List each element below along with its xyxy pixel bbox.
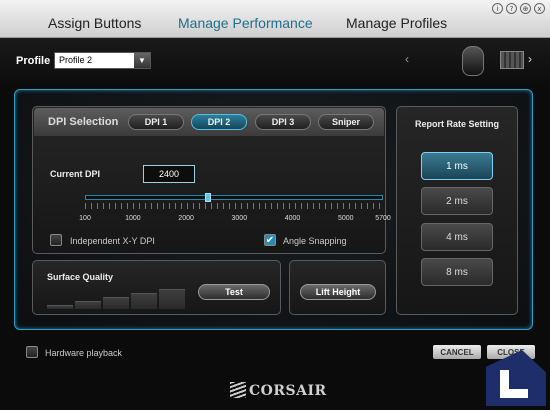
angle-snapping-label: Angle Snapping <box>283 236 347 246</box>
surface-quality-bar <box>131 293 157 309</box>
profile-select[interactable]: Profile 2 ▼ <box>54 52 151 69</box>
corsair-sail-icon <box>230 382 246 398</box>
hardware-playback-checkbox[interactable] <box>26 346 38 358</box>
mouse-device-icon[interactable] <box>462 46 484 76</box>
dpi-tick-label: 100 <box>79 215 91 222</box>
angle-snapping-checkbox[interactable]: ✔ <box>264 234 276 246</box>
surface-quality-bar <box>75 301 101 309</box>
tab-manage-performance[interactable]: Manage Performance <box>178 15 313 31</box>
surface-quality-bar <box>103 297 129 309</box>
profile-row: Profile Profile 2 ▼ ‹ › <box>0 38 550 86</box>
surface-quality-panel: Surface Quality Test <box>32 260 281 315</box>
cancel-button[interactable]: CANCEL <box>433 345 481 359</box>
dpi-slider-thumb[interactable] <box>205 193 212 202</box>
rate-2ms-button[interactable]: 2 ms <box>421 187 493 215</box>
dpi-slider-ticks <box>85 203 383 209</box>
lift-height-panel: Lift Height <box>289 260 386 315</box>
current-dpi-input[interactable]: 2400 <box>143 165 195 183</box>
performance-frame: DPI Selection DPI 1 DPI 2 DPI 3 Sniper C… <box>14 89 533 330</box>
current-dpi-label: Current DPI <box>50 169 101 179</box>
surface-quality-bar <box>47 305 73 309</box>
surface-quality-bar <box>159 289 185 309</box>
chevron-down-icon[interactable]: ▼ <box>134 53 150 68</box>
tab-manage-profiles[interactable]: Manage Profiles <box>346 15 447 31</box>
keyboard-device-icon[interactable] <box>500 51 524 69</box>
dpi-panel: DPI Selection DPI 1 DPI 2 DPI 3 Sniper C… <box>32 106 391 254</box>
close-icon[interactable]: x <box>534 3 545 14</box>
rate-1ms-button[interactable]: 1 ms <box>421 152 493 180</box>
corsair-logo-text: CORSAIR <box>249 383 327 399</box>
surface-quality-title: Surface Quality <box>47 272 114 282</box>
dpi-slider-track[interactable] <box>85 193 383 202</box>
sniper-button[interactable]: Sniper <box>318 114 374 130</box>
hardware-playback-label: Hardware playback <box>45 348 123 358</box>
tab-assign-buttons[interactable]: Assign Buttons <box>48 15 141 31</box>
dpi-tick-label: 5000 <box>337 215 354 222</box>
dpi-tick-label: 1000 <box>125 215 141 222</box>
rate-8ms-button[interactable]: 8 ms <box>421 258 493 286</box>
dpi-tick-label: 5700 <box>375 215 391 222</box>
report-rate-title: Report Rate Setting <box>414 119 499 129</box>
independent-xy-checkbox[interactable] <box>50 234 62 246</box>
dpi-3-button[interactable]: DPI 3 <box>255 114 311 130</box>
test-button[interactable]: Test <box>198 284 270 300</box>
current-dpi-value: 2400 <box>158 169 180 179</box>
profile-label: Profile <box>16 55 51 67</box>
report-rate-panel: Report Rate Setting 1 ms 2 ms 4 ms 8 ms <box>396 106 518 315</box>
tab-bar: Assign Buttons Manage Performance Manage… <box>0 0 550 38</box>
independent-xy-label: Independent X-Y DPI <box>70 236 155 246</box>
watermark-l-icon <box>500 370 528 398</box>
help-icon[interactable]: ? <box>506 3 517 14</box>
dpi-title: DPI Selection <box>48 116 119 128</box>
surface-quality-meter <box>47 287 187 309</box>
dpi-header: DPI Selection DPI 1 DPI 2 DPI 3 Sniper <box>34 108 384 136</box>
dpi-2-button[interactable]: DPI 2 <box>191 114 247 130</box>
dpi-tick-label: 4000 <box>284 215 301 222</box>
window-controls: i ? ⊕ x <box>492 3 545 14</box>
app-window: Assign Buttons Manage Performance Manage… <box>0 0 550 410</box>
chevron-right-icon[interactable]: › <box>528 52 532 66</box>
dpi-1-button[interactable]: DPI 1 <box>128 114 184 130</box>
corsair-logo: CORSAIR <box>230 382 327 399</box>
lift-height-button[interactable]: Lift Height <box>300 284 376 300</box>
rate-4ms-button[interactable]: 4 ms <box>421 223 493 251</box>
profile-select-value: Profile 2 <box>59 55 93 65</box>
info-icon[interactable]: i <box>492 3 503 14</box>
dpi-tick-label: 2000 <box>178 215 194 222</box>
dpi-tick-label: 3000 <box>231 215 248 222</box>
globe-icon[interactable]: ⊕ <box>520 3 531 14</box>
chevron-left-icon[interactable]: ‹ <box>405 52 409 66</box>
